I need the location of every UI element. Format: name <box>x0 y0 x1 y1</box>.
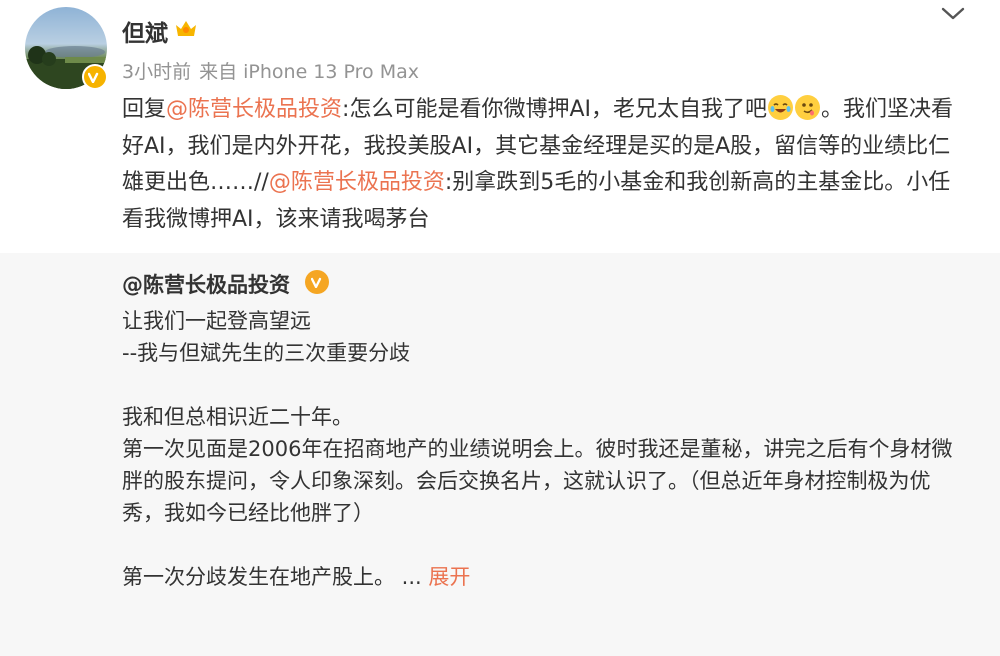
verified-badge-icon <box>305 270 329 294</box>
post-header: 但斌 3小时前 来自 iPhone 13 Pro Max <box>0 0 1000 100</box>
post-meta: 3小时前 来自 iPhone 13 Pro Max <box>122 57 427 84</box>
laugh-cry-emoji-icon <box>767 95 793 120</box>
repost-body: 让我们一起登高望远 --我与但斌先生的三次重要分歧 我和但总相识近二十年。 第一… <box>122 305 972 593</box>
repost-line: 让我们一起登高望远 <box>122 309 311 333</box>
repost-line-last: 第一次分歧发生在地产股上。 ... 展开 <box>122 561 972 593</box>
ellipsis: ... <box>395 565 429 589</box>
mention-link[interactable]: @陈营长极品投资 <box>166 97 342 122</box>
repost-line: 我和但总相识近二十年。 <box>122 405 353 429</box>
repost-username[interactable]: @陈营长极品投资 <box>122 269 290 299</box>
verified-badge-icon <box>82 64 108 90</box>
mention-link[interactable]: @陈营长极品投资 <box>269 170 445 195</box>
post-text-part: :怎么可能是看你微博押AI，老兄太自我了吧 <box>342 97 767 122</box>
post-text: 回复@陈营长极品投资:怎么可能是看你微博押AI，老兄太自我了吧 。我们坚决看好AI… <box>122 92 972 238</box>
repost-line: --我与但斌先生的三次重要分歧 <box>122 341 411 365</box>
repost-card[interactable]: @陈营长极品投资 让我们一起登高望远 --我与但斌先生的三次重要分歧 我和但总相… <box>0 253 1000 656</box>
repost-line: 第一次见面是2006年在招商地产的业绩说明会上。彼时我还是董秘，讲完之后有个身材… <box>122 437 953 525</box>
post-time: 3小时前 <box>122 61 192 83</box>
username[interactable]: 但斌 <box>122 14 168 48</box>
expand-link[interactable]: 展开 <box>428 565 470 589</box>
reply-prefix: 回复 <box>122 97 167 122</box>
post-source: 来自 iPhone 13 Pro Max <box>199 61 419 83</box>
repost-line-text: 第一次分歧发生在地产股上。 <box>122 565 395 589</box>
chevron-down-icon[interactable] <box>940 6 966 22</box>
avatar[interactable] <box>25 7 108 90</box>
member-crown-icon[interactable] <box>174 17 198 39</box>
smirk-emoji-icon <box>794 95 820 120</box>
